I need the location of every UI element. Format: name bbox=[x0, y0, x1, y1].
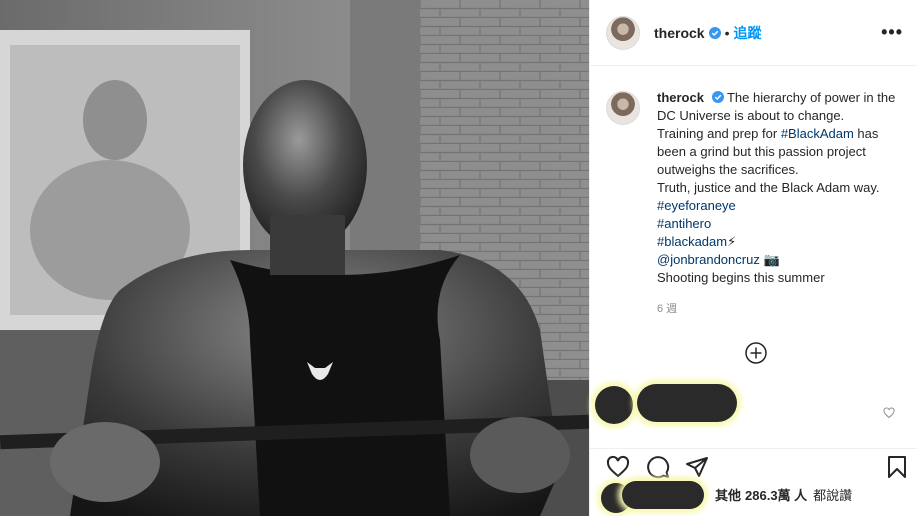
caption-text: Shooting begins this summer bbox=[657, 270, 825, 285]
hashtag-link[interactable]: #eyeforaneye bbox=[657, 197, 901, 215]
plus-circle-icon[interactable] bbox=[745, 342, 767, 364]
mention-link[interactable]: @jonbrandoncruz bbox=[657, 252, 760, 267]
comment-like-heart-icon[interactable] bbox=[883, 407, 895, 419]
verified-badge-icon bbox=[708, 26, 721, 39]
redacted-comment bbox=[637, 384, 737, 422]
hashtag-link[interactable]: #blackadam bbox=[657, 234, 727, 249]
caption-area: therock The hierarchy of power in the DC… bbox=[590, 67, 917, 318]
redacted-avatar bbox=[595, 386, 633, 424]
caption-text: Truth, justice and the Black Adam way. bbox=[657, 180, 880, 195]
likes-count[interactable]: 286.3萬 人 bbox=[745, 485, 807, 504]
paper-plane-icon[interactable] bbox=[685, 455, 709, 479]
likes-summary[interactable]: 其他 286.3萬 人 都說讚 bbox=[711, 485, 852, 504]
lightning-emoji: ⚡ bbox=[727, 234, 737, 249]
hashtag-link[interactable]: #BlackAdam bbox=[781, 126, 854, 141]
comment-row bbox=[589, 380, 917, 440]
post-photo[interactable] bbox=[0, 0, 589, 516]
separator-dot: • bbox=[724, 24, 730, 41]
caption-text: Training and prep for bbox=[657, 126, 781, 141]
avatar[interactable] bbox=[606, 15, 640, 50]
follow-button[interactable]: 追蹤 bbox=[733, 23, 761, 43]
likes-prefix: 其他 bbox=[715, 488, 742, 503]
username[interactable]: therock bbox=[654, 25, 705, 41]
caption-line: @jonbrandoncruz 📷 bbox=[657, 251, 901, 269]
comment-bubble-icon[interactable] bbox=[646, 455, 670, 479]
caption-username[interactable]: therock bbox=[657, 90, 704, 105]
more-options-icon[interactable]: ••• bbox=[881, 22, 903, 43]
redacted-liker-name bbox=[622, 481, 704, 509]
caption: therock The hierarchy of power in the DC… bbox=[657, 89, 901, 318]
post-photo-image bbox=[0, 0, 589, 516]
likes-suffix: 都說讚 bbox=[813, 488, 853, 503]
caption-line: Training and prep for #BlackAdam has bee… bbox=[657, 125, 901, 179]
post-time[interactable]: 6 週 bbox=[657, 300, 901, 318]
caption-avatar[interactable] bbox=[606, 91, 640, 125]
verified-badge-icon bbox=[711, 91, 724, 103]
caption-line: #blackadam⚡ bbox=[657, 233, 901, 251]
heart-icon[interactable] bbox=[606, 455, 630, 479]
hashtag-link[interactable]: #antihero bbox=[657, 215, 901, 233]
post-header: therock • 追蹤 ••• bbox=[590, 0, 917, 66]
bookmark-icon[interactable] bbox=[885, 455, 909, 479]
camera-emoji: 📷 bbox=[763, 252, 780, 267]
